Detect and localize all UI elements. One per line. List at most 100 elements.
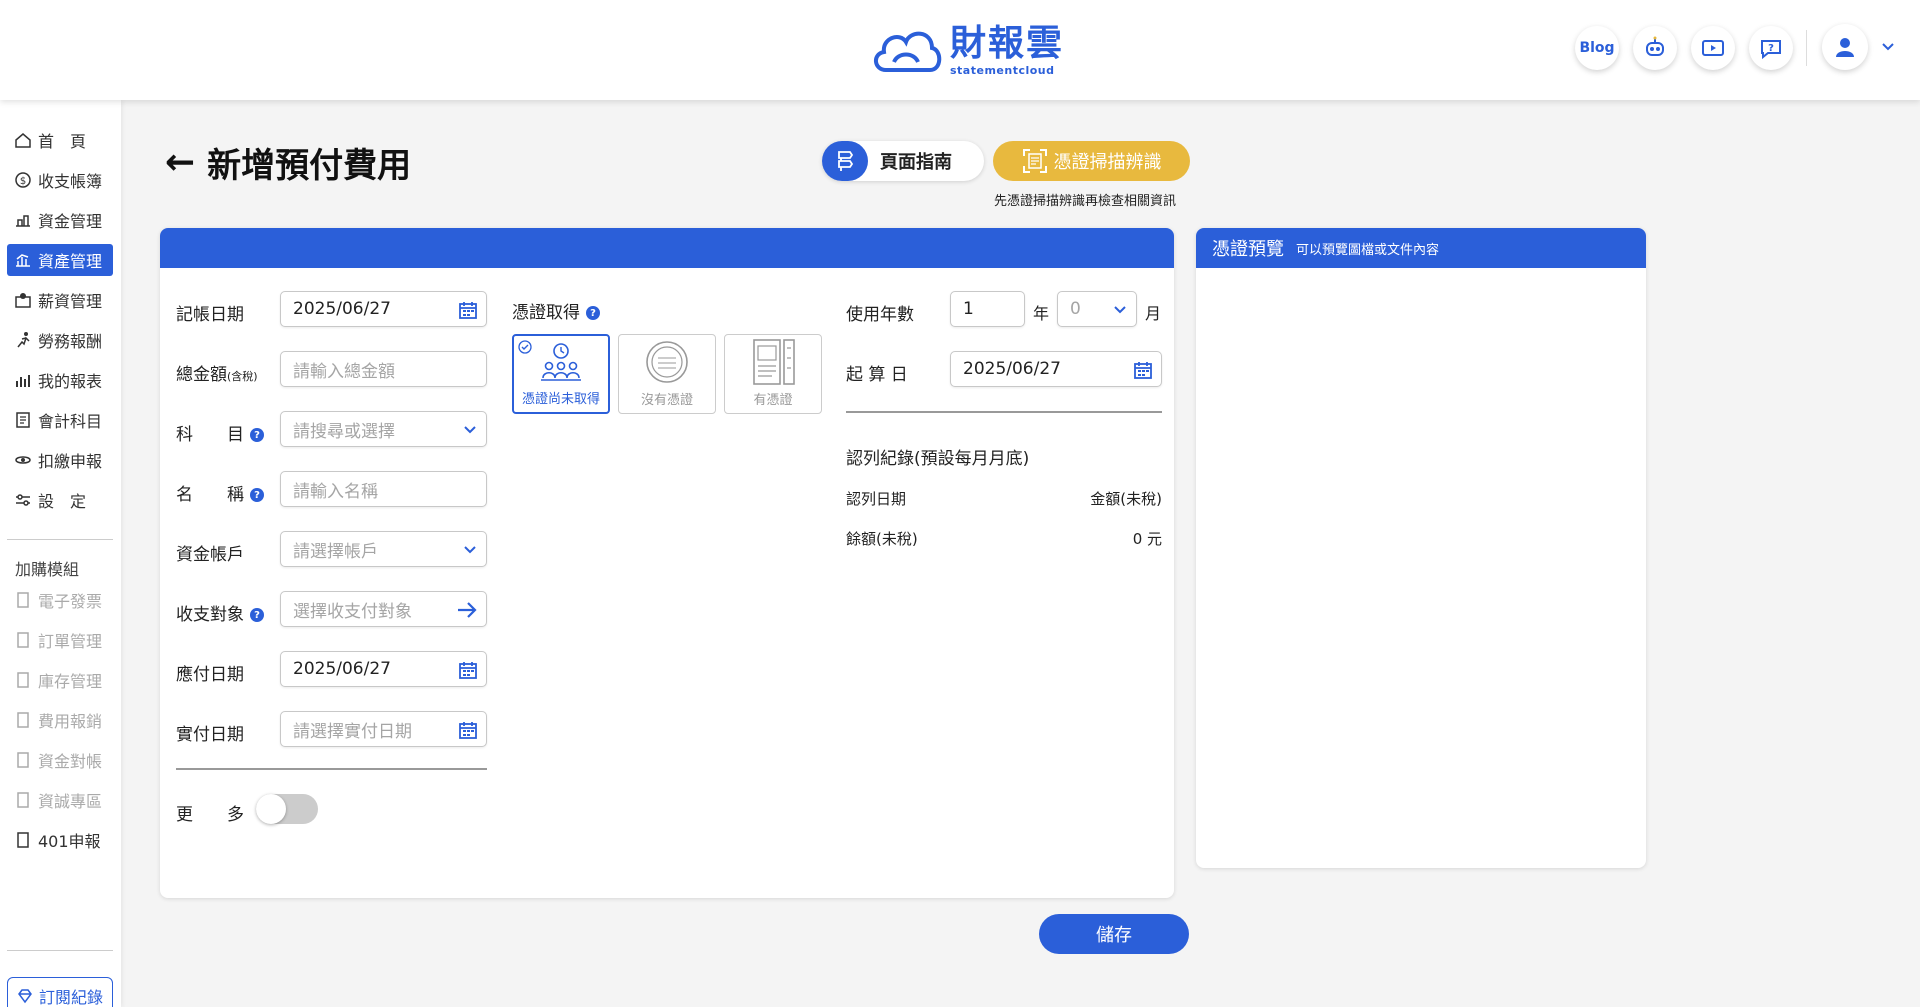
tax-icon (15, 456, 31, 464)
check-circle-icon (518, 340, 532, 354)
counterparty-input[interactable]: 選擇收支付對象 (280, 591, 487, 627)
voucher-label: 憑證取得? (512, 298, 600, 323)
arrow-right-icon[interactable] (456, 600, 478, 620)
help-icon[interactable]: ? (250, 488, 264, 502)
sidebar-item-label: 我的報表 (38, 372, 103, 391)
name-placeholder: 請輸入名稱 (293, 481, 378, 502)
months-select[interactable]: 0 (1057, 291, 1137, 327)
help-icon[interactable]: ? (586, 306, 600, 320)
account-label-text: 科 目 (176, 425, 244, 445)
sidebar-divider (7, 950, 113, 951)
document-icon (17, 752, 29, 768)
chevron-down-icon[interactable] (1880, 38, 1896, 54)
voucher-option-has[interactable]: 有憑證 (724, 334, 822, 414)
back-arrow-icon[interactable]: ← (165, 142, 195, 183)
sidebar-item-labor[interactable]: 勞務報酬 (7, 324, 113, 356)
total-amount-label-text: 總金額 (176, 365, 227, 385)
record-col-date: 認列日期 (846, 490, 907, 508)
save-button[interactable]: 儲存 (1039, 914, 1189, 954)
month-unit: 月 (1145, 304, 1162, 323)
cloud-logo-icon (874, 31, 942, 72)
record-title: 認列紀錄(預設每月月底) (846, 449, 1030, 469)
brand-name-en: statementcloud (950, 63, 1055, 77)
voucher-option-none[interactable]: 沒有憑證 (618, 334, 716, 414)
blog-button[interactable]: Blog (1575, 26, 1619, 70)
sidebar-item-label: 資金對帳 (38, 752, 103, 771)
document-icon (17, 592, 29, 608)
help-icon[interactable]: ? (250, 608, 264, 622)
book-date-field[interactable]: 2025/06/27 (280, 291, 487, 327)
sidebar-item-ledger[interactable]: $ 收支帳簿 (7, 164, 113, 196)
sidebar-item-label: 勞務報酬 (38, 332, 103, 351)
sidebar-item-tax[interactable]: 扣繳申報 (7, 444, 113, 476)
sidebar-addon-einvoice[interactable]: 電子發票 (7, 584, 113, 616)
sidebar-addon-orders[interactable]: 訂單管理 (7, 624, 113, 656)
settings-sliders-icon (16, 494, 30, 506)
help-chat-button[interactable]: ? (1749, 26, 1793, 70)
chevron-down-icon (1114, 306, 1126, 314)
sidebar-item-fund[interactable]: 資金管理 (7, 204, 113, 236)
sidebar-item-settings[interactable]: 設 定 (7, 484, 113, 516)
paid-date-field[interactable]: 請選擇實付日期 (280, 711, 487, 747)
fund-account-select[interactable]: 請選擇帳戶 (280, 531, 487, 567)
voucher-option-pending[interactable]: 憑證尚未取得 (512, 334, 610, 414)
help-icon[interactable]: ? (250, 428, 264, 442)
voucher-option-label: 沒有憑證 (640, 393, 693, 408)
balance-label: 餘額(未稅) (846, 530, 918, 548)
sidebar-item-label: 薪資管理 (38, 292, 103, 311)
sidebar-item-label: 費用報銷 (38, 712, 103, 731)
page-guide-button[interactable]: 頁面指南 (822, 141, 984, 181)
subscription-button[interactable]: 訂閱紀錄 (7, 977, 113, 1007)
start-date-field[interactable]: 2025/06/27 (950, 351, 1162, 387)
sidebar-addon-expenses[interactable]: 費用報銷 (7, 704, 113, 736)
document-icon (17, 672, 29, 688)
account-select[interactable]: 請搜尋或選擇 (280, 411, 487, 447)
chevron-down-icon (464, 426, 476, 434)
record-col-amount: 金額(未稅) (1090, 490, 1162, 508)
no-receipt-stamp-icon (646, 341, 688, 383)
form-card-header (160, 228, 1174, 268)
balance-row: 餘額(未稅) 0 元 (846, 528, 1162, 549)
due-date-value: 2025/06/27 (293, 659, 391, 679)
brand-logo[interactable]: 財報雲 statementcloud (870, 22, 1064, 78)
user-icon (1836, 38, 1854, 57)
calendar-icon[interactable] (458, 300, 478, 320)
total-amount-input[interactable]: 請輸入總金額 (280, 351, 487, 387)
blog-label: Blog (1579, 40, 1615, 56)
sidebar-item-salary[interactable]: 薪資管理 (7, 284, 113, 316)
sidebar-divider (7, 539, 113, 540)
due-date-label: 應付日期 (176, 665, 244, 685)
sidebar-item-accounts[interactable]: 會計科目 (7, 404, 113, 436)
scan-voucher-button[interactable]: 憑證掃描辨識 (993, 141, 1190, 181)
voucher-preview-panel: 憑證預覽 可以預覽圖檔或文件內容 (1196, 228, 1646, 868)
sidebar-addon-reconcile[interactable]: 資金對帳 (7, 744, 113, 776)
user-avatar[interactable] (1822, 24, 1868, 70)
home-icon (15, 133, 31, 148)
prepaid-form-card: 記帳日期 2025/06/27 總金額(含稅) 請輸入總金額 科 目? 請搜尋或… (160, 228, 1174, 898)
book-date-label: 記帳日期 (176, 305, 244, 325)
sidebar-item-label: 會計科目 (38, 412, 103, 431)
due-date-field[interactable]: 2025/06/27 (280, 651, 487, 687)
sidebar-item-asset[interactable]: 資產管理 (7, 244, 113, 276)
sidebar-item-label: 扣繳申報 (38, 452, 103, 471)
counterparty-label: 收支對象? (176, 600, 264, 625)
sidebar-addon-401[interactable]: 401申報 (7, 824, 113, 856)
more-toggle[interactable] (256, 794, 318, 824)
calendar-icon[interactable] (458, 720, 478, 740)
receipt-icon (753, 339, 795, 385)
years-input[interactable]: 1 (950, 291, 1025, 327)
video-tutorial-button[interactable] (1691, 26, 1735, 70)
account-label: 科 目? (176, 420, 264, 445)
calendar-icon[interactable] (1133, 360, 1153, 380)
sidebar-item-reports[interactable]: 我的報表 (7, 364, 113, 396)
counterparty-placeholder: 選擇收支付對象 (293, 601, 412, 622)
name-input[interactable]: 請輸入名稱 (280, 471, 487, 507)
calendar-icon[interactable] (458, 660, 478, 680)
sidebar-addon-inventory[interactable]: 庫存管理 (7, 664, 113, 696)
sidebar-addon-pwc[interactable]: 資誠專區 (7, 784, 113, 816)
ai-robot-button[interactable] (1633, 26, 1677, 70)
sidebar-item-home[interactable]: 首 頁 (7, 124, 113, 156)
brand-name-cn: 財報雲 (950, 22, 1065, 64)
sidebar-item-label: 首 頁 (38, 132, 87, 151)
years-label: 使用年數 (846, 305, 914, 325)
